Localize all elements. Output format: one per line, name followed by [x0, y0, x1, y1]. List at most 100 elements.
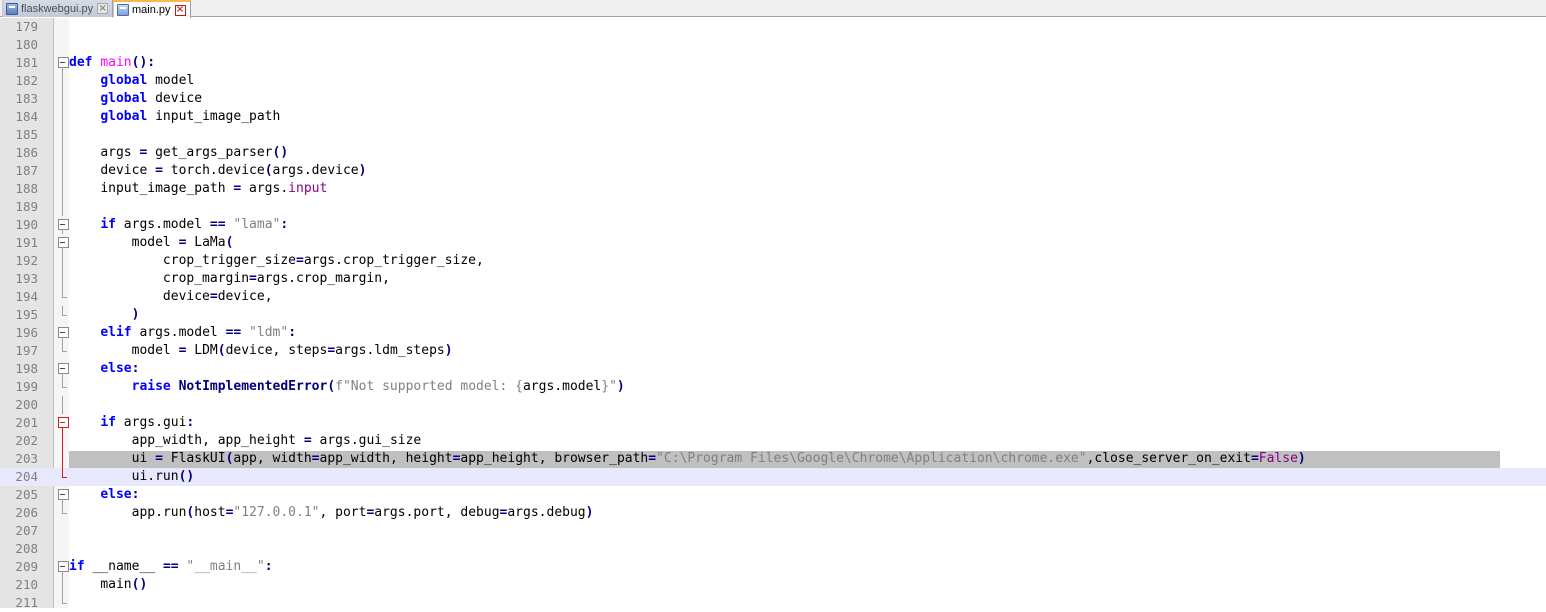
fold-line	[57, 144, 69, 162]
code-text: crop_margin=args.crop_margin,	[162, 271, 390, 286]
line-number: 194	[15, 289, 38, 304]
code-line[interactable]: 183 global device	[0, 90, 1546, 108]
line-number: 184	[15, 109, 38, 124]
code-text: global device	[100, 91, 203, 106]
code-editor[interactable]: 179 180 181 def main(): 182 global model 183 …	[0, 18, 1546, 610]
line-number: 193	[15, 271, 38, 286]
fold-line	[57, 306, 69, 324]
line-number: 203	[15, 451, 38, 466]
line-number: 191	[15, 235, 38, 250]
close-icon[interactable]: ×	[97, 3, 109, 14]
code-line[interactable]: 192 crop_trigger_size=args.crop_trigger_…	[0, 252, 1546, 270]
code-text: app.run(host="127.0.0.1", port=args.port…	[131, 505, 594, 520]
code-text: if __name__ == "__main__":	[69, 559, 273, 574]
code-line[interactable]: 197 model = LDM(device, steps=args.ldm_s…	[0, 342, 1546, 360]
fold-toggle-icon[interactable]	[57, 216, 69, 234]
code-line[interactable]: 180	[0, 36, 1546, 54]
file-saved-icon	[117, 4, 129, 16]
code-line[interactable]: 188 input_image_path = args.input	[0, 180, 1546, 198]
code-line[interactable]: 205 else:	[0, 486, 1546, 504]
fold-line	[57, 252, 69, 270]
code-text: main()	[100, 577, 148, 592]
fold-line	[57, 288, 69, 306]
line-number: 179	[15, 19, 38, 34]
code-line[interactable]: 187 device = torch.device(args.device)	[0, 162, 1546, 180]
code-line[interactable]: 199 raise NotImplementedError(f"Not supp…	[0, 378, 1546, 396]
fold-toggle-icon[interactable]	[57, 54, 69, 72]
line-number: 197	[15, 343, 38, 358]
code-line[interactable]: 195 )	[0, 306, 1546, 324]
code-line[interactable]: 200	[0, 396, 1546, 414]
fold-line	[57, 432, 69, 450]
tab-bar: flaskwebgui.py × main.py ×	[0, 0, 1546, 18]
code-line[interactable]: 193 crop_margin=args.crop_margin,	[0, 270, 1546, 288]
code-line[interactable]: 208	[0, 540, 1546, 558]
line-number: 207	[15, 523, 38, 538]
line-number: 196	[15, 325, 38, 340]
tab-label: main.py	[132, 4, 171, 16]
fold-line	[57, 504, 69, 522]
line-number: 204	[15, 469, 38, 484]
fold-line	[57, 180, 69, 198]
line-number: 180	[15, 37, 38, 52]
code-line[interactable]: 179	[0, 18, 1546, 36]
fold-toggle-icon[interactable]	[57, 360, 69, 378]
fold-toggle-icon[interactable]	[57, 558, 69, 576]
code-text: model = LaMa(	[131, 235, 234, 250]
line-number: 205	[15, 487, 38, 502]
code-text: else:	[100, 487, 140, 502]
code-text: if args.model == "lama":	[100, 217, 289, 232]
fold-line	[57, 108, 69, 126]
code-line[interactable]: 203 ui = FlaskUI(app, width=app_width, h…	[0, 450, 1546, 468]
code-line[interactable]: 190 if args.model == "lama":	[0, 216, 1546, 234]
fold-toggle-icon[interactable]	[57, 324, 69, 342]
line-number: 189	[15, 199, 38, 214]
code-line[interactable]: 182 global model	[0, 72, 1546, 90]
line-number: 195	[15, 307, 38, 322]
code-text: elif args.model == "ldm":	[100, 325, 297, 340]
fold-line	[57, 468, 69, 486]
code-text: ui.run()	[131, 469, 195, 484]
code-line[interactable]: 189	[0, 198, 1546, 216]
code-text: app_width, app_height = args.gui_size	[131, 433, 422, 448]
code-line[interactable]: 211	[0, 594, 1546, 612]
code-text: input_image_path = args.input	[100, 181, 328, 196]
code-line[interactable]: 207	[0, 522, 1546, 540]
code-text: crop_trigger_size=args.crop_trigger_size…	[162, 253, 484, 268]
fold-toggle-icon[interactable]	[57, 486, 69, 504]
code-line[interactable]: 186 args = get_args_parser()	[0, 144, 1546, 162]
code-line[interactable]: 202 app_width, app_height = args.gui_siz…	[0, 432, 1546, 450]
fold-line	[57, 378, 69, 396]
tab-flaskwebgui[interactable]: flaskwebgui.py ×	[2, 0, 114, 17]
code-line[interactable]: 201 if args.gui:	[0, 414, 1546, 432]
line-number: 208	[15, 541, 38, 556]
line-number: 187	[15, 163, 38, 178]
line-number: 199	[15, 379, 38, 394]
code-line[interactable]: 206 app.run(host="127.0.0.1", port=args.…	[0, 504, 1546, 522]
code-text: else:	[100, 361, 140, 376]
code-line[interactable]: 194 device=device,	[0, 288, 1546, 306]
close-icon[interactable]: ×	[174, 4, 186, 16]
line-number: 200	[15, 397, 38, 412]
fold-line	[57, 594, 69, 612]
code-lines: 179 180 181 def main(): 182 global model 183 …	[0, 18, 1546, 612]
code-line[interactable]: 181 def main():	[0, 54, 1546, 72]
tab-main[interactable]: main.py ×	[113, 0, 191, 18]
code-line[interactable]: 204 ui.run()	[0, 468, 1546, 486]
code-line[interactable]: 185	[0, 126, 1546, 144]
fold-line	[57, 576, 69, 594]
line-number: 190	[15, 217, 38, 232]
code-line[interactable]: 198 else:	[0, 360, 1546, 378]
code-line[interactable]: 191 model = LaMa(	[0, 234, 1546, 252]
code-line[interactable]: 184 global input_image_path	[0, 108, 1546, 126]
code-line[interactable]: 209 if __name__ == "__main__":	[0, 558, 1546, 576]
fold-toggle-icon[interactable]	[57, 414, 69, 432]
line-number: 202	[15, 433, 38, 448]
fold-toggle-icon[interactable]	[57, 234, 69, 252]
code-text: global model	[100, 73, 195, 88]
fold-line	[57, 342, 69, 360]
code-line[interactable]: 210 main()	[0, 576, 1546, 594]
code-line[interactable]: 196 elif args.model == "ldm":	[0, 324, 1546, 342]
code-text: device = torch.device(args.device)	[100, 163, 367, 178]
fold-line	[57, 72, 69, 90]
